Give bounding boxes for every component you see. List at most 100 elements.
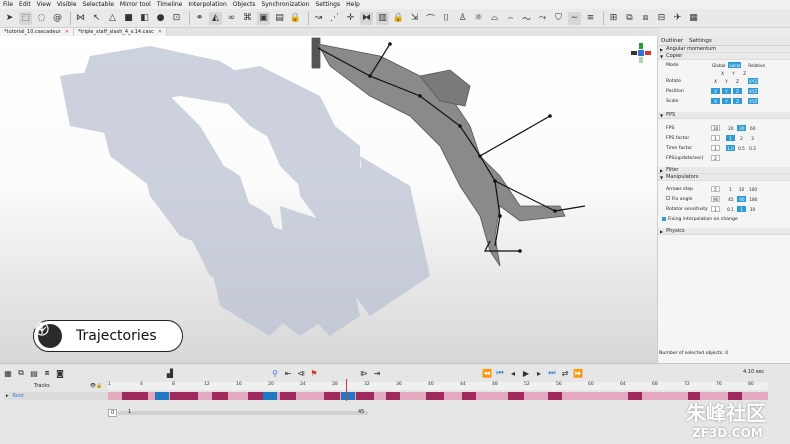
menu-objects[interactable]: Objects [233, 1, 256, 8]
keyframe-segment[interactable] [404, 392, 424, 400]
fps-60-option[interactable]: 60 [748, 125, 757, 131]
lasso-icon[interactable]: ◌ [35, 12, 48, 25]
lock-icon[interactable]: 🔒 [96, 383, 102, 389]
range-slider[interactable] [118, 411, 368, 415]
keyframe-segment[interactable] [230, 392, 244, 400]
play-icon[interactable]: ▶ [521, 368, 531, 378]
select-arrow-icon[interactable]: ➤ [3, 12, 16, 25]
copy-pose-icon[interactable]: ▣ [257, 11, 270, 25]
time-03-option[interactable]: 0.3 [748, 145, 757, 151]
camera-icon[interactable]: ⊡ [170, 12, 183, 25]
prev-frame-icon[interactable]: ◂ [508, 368, 518, 378]
camera-icon[interactable]: ◙ [55, 368, 65, 378]
flag-icon[interactable]: ⚑ [309, 368, 319, 378]
menu-synchronization[interactable]: Synchronization [261, 1, 309, 8]
menu-timeline[interactable]: Timeline [157, 1, 183, 8]
keyframe-segment[interactable] [426, 392, 444, 400]
3d-viewport[interactable]: Trajectories [0, 36, 657, 363]
arrows-10-option[interactable]: 10 [737, 186, 746, 192]
rect-select-icon[interactable]: ⬚ [19, 11, 32, 25]
keyframe-segment[interactable] [170, 392, 198, 400]
cursor-icon[interactable]: ⇲ [408, 12, 421, 25]
fulcrum-icon[interactable]: ⌓ [488, 12, 501, 25]
rot-01-option[interactable]: 0.1 [726, 206, 735, 212]
cube-icon[interactable]: ◧ [138, 12, 151, 25]
factor-2-option[interactable]: 2 [737, 135, 746, 141]
keys-icon[interactable]: ▥ [376, 11, 389, 25]
rotate-x-toggle[interactable]: X [711, 78, 720, 84]
keyframe-segment[interactable] [122, 392, 148, 400]
rewind-icon[interactable]: ⏪ [482, 368, 492, 378]
fix-90-option[interactable]: 90 [737, 196, 747, 202]
shield-icon[interactable]: ⛉ [552, 12, 565, 25]
keyframe-segment[interactable] [212, 392, 228, 400]
keyframe-segment[interactable] [280, 392, 296, 400]
fix-180-option[interactable]: 180 [748, 196, 758, 202]
loop-icon[interactable]: ⇄ [560, 368, 570, 378]
keyframe-segment[interactable] [324, 392, 340, 400]
step-forward-icon[interactable]: ⏭ [547, 368, 557, 378]
copy-icon[interactable]: ⧉ [16, 368, 26, 378]
key-icon[interactable]: ⚲ [270, 368, 280, 378]
checkbox-icon[interactable] [666, 196, 670, 200]
mode-relative-option[interactable]: Relative [747, 62, 766, 68]
pointer-icon[interactable]: ↖ [90, 12, 103, 25]
doc-tab[interactable]: *tutorial_10.cascadeur ✕ [0, 28, 74, 36]
wave-icon[interactable]: 〜 [520, 12, 533, 25]
scale-y-toggle[interactable]: Y [722, 98, 731, 104]
timeline-ruler[interactable]: 1 4 8 12 16 20 24 28 32 36 40 44 48 52 56 60 64 68 72 76 80 [108, 382, 768, 390]
menu-settings[interactable]: Settings [316, 1, 341, 8]
graph-icon[interactable]: ⋈ [74, 12, 87, 25]
keyframe-segment[interactable] [548, 392, 562, 400]
grid-icon[interactable]: ⊞ [607, 12, 620, 25]
track-row-root[interactable]: ▸ Root [4, 392, 108, 400]
keyframe-segment[interactable] [304, 392, 322, 400]
sphere-icon[interactable]: ● [154, 12, 167, 25]
rotate-y-toggle[interactable]: Y [722, 78, 731, 84]
keyframe-segment[interactable] [356, 392, 374, 400]
range-start-field[interactable]: 0 [108, 409, 118, 417]
grid2-icon[interactable]: ▦ [687, 12, 700, 25]
doc-tab[interactable]: *triple_staff_slash_4_v.14.casc ✕ [73, 28, 168, 36]
menu-selectable[interactable]: Selectable [83, 1, 114, 8]
scale-x-toggle[interactable]: X [711, 98, 720, 104]
close-icon[interactable]: ✕ [158, 29, 162, 35]
position-x-toggle[interactable]: X [711, 88, 720, 94]
prev-key-icon[interactable]: ⇤ [283, 368, 293, 378]
keyframe-segment[interactable] [508, 392, 524, 400]
position-z-toggle[interactable]: Z [733, 88, 742, 94]
fps-factor-input[interactable]: 1 [711, 135, 720, 141]
move-icon[interactable]: ✛ [344, 12, 357, 25]
path-icon[interactable]: ⤳ [536, 12, 549, 25]
orientation-gizmo-icon[interactable] [630, 42, 652, 64]
keyframe-segment[interactable] [462, 392, 476, 400]
bracket-icon[interactable]: ⌷ [440, 12, 453, 25]
arc-icon[interactable]: ⌒ [424, 12, 437, 25]
paste-special-icon[interactable]: ⊟ [655, 12, 668, 25]
menu-interpolation[interactable]: Interpolation [188, 1, 226, 8]
lock-icon[interactable]: 🔒 [289, 12, 302, 25]
mode-local-option[interactable]: Local [728, 62, 742, 68]
curve-icon[interactable]: ↝ [312, 12, 325, 25]
record-icon[interactable]: ▟ [165, 368, 175, 378]
keyframe-segment[interactable] [263, 392, 277, 400]
keys-icon[interactable]: ▦ [3, 368, 13, 378]
keyframe-segment[interactable] [341, 392, 355, 400]
time-1-option[interactable]: 1.0 [726, 145, 735, 151]
link-chain-icon[interactable]: ∞ [225, 12, 238, 25]
arrows-1-option[interactable]: 1 [726, 186, 735, 192]
next-frame-icon[interactable]: ▸ [534, 368, 544, 378]
stack-icon[interactable]: ⧈ [639, 12, 652, 25]
bars-icon[interactable]: ≡ [584, 12, 597, 25]
rot-1-option[interactable]: 1 [737, 206, 746, 212]
jump-icon[interactable]: ⌢ [504, 12, 517, 25]
checkbox-checked-icon[interactable] [662, 217, 666, 221]
scale-xyz-toggle[interactable]: XYZ [748, 98, 759, 104]
link-icon[interactable]: ⚭ [193, 12, 206, 25]
expand-icon[interactable]: ▸ [6, 393, 9, 399]
layers-icon[interactable]: ⧉ [623, 12, 636, 25]
paste-icon[interactable]: ▤ [29, 368, 39, 378]
time-factor-input[interactable]: 1 [711, 145, 720, 151]
section-angular-momentum[interactable]: ▶ Angular momentum [658, 46, 790, 53]
step-back-icon[interactable]: ⏮ [495, 368, 505, 378]
